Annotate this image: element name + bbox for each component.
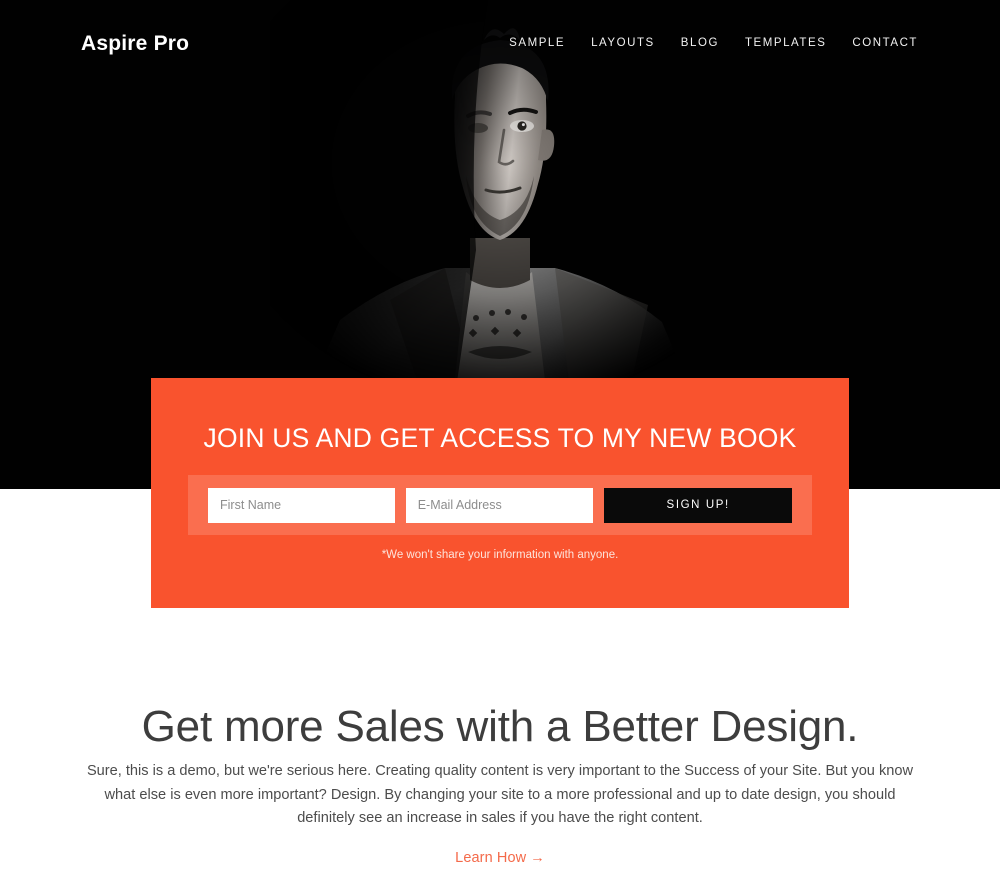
arrow-right-icon: → [530, 850, 545, 866]
site-logo[interactable]: Aspire Pro [81, 33, 189, 54]
page-headline: Get more Sales with a Better Design. [141, 702, 859, 751]
first-name-input[interactable] [208, 487, 395, 523]
learn-how-label: Learn How [455, 850, 527, 866]
nav-item-layouts[interactable]: LAYOUTS [578, 37, 668, 50]
email-input[interactable] [405, 487, 594, 523]
optin-form: SIGN UP! [188, 475, 812, 535]
intro-paragraph: Sure, this is a demo, but we're serious … [86, 763, 914, 826]
landing-page: Aspire Pro SAMPLE LAYOUTS BLOG TEMPLATES… [0, 0, 1000, 880]
optin-box: JOIN US AND GET ACCESS TO MY NEW BOOK SI… [151, 378, 849, 608]
nav-item-sample[interactable]: SAMPLE [496, 37, 578, 50]
nav-item-contact[interactable]: CONTACT [839, 37, 918, 50]
learn-how-wrapper: Learn How → [0, 849, 1000, 867]
sign-up-button[interactable]: SIGN UP! [604, 487, 793, 523]
nav-item-blog[interactable]: BLOG [668, 37, 732, 50]
nav-item-templates[interactable]: TEMPLATES [732, 37, 839, 50]
privacy-note: *We won't share your information with an… [381, 549, 619, 561]
intro-section: Get more Sales with a Better Design. Sur… [0, 608, 1000, 880]
primary-navigation: SAMPLE LAYOUTS BLOG TEMPLATES CONTACT [496, 37, 918, 50]
learn-how-link[interactable]: Learn How → [455, 850, 545, 866]
optin-headline: JOIN US AND GET ACCESS TO MY NEW BOOK [203, 423, 797, 453]
site-header: Aspire Pro SAMPLE LAYOUTS BLOG TEMPLATES… [0, 0, 1000, 95]
